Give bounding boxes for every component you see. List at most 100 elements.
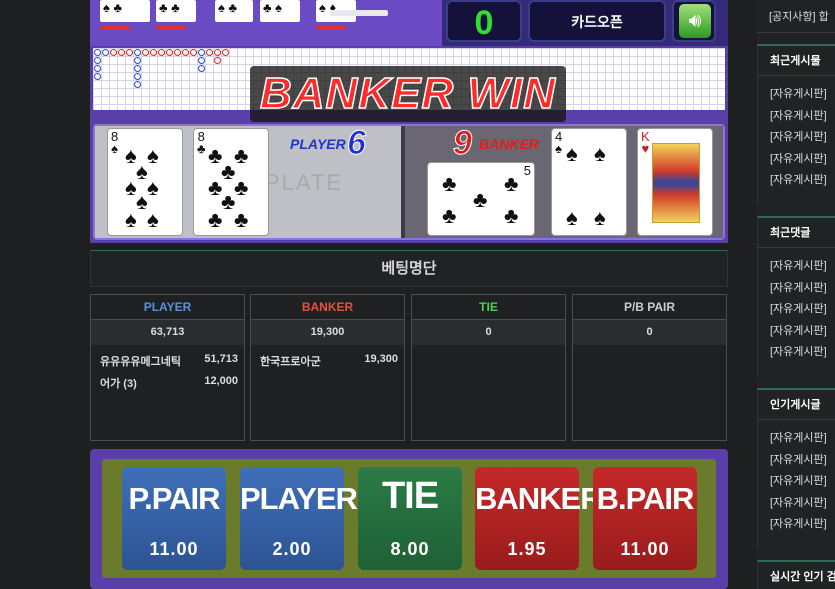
sidebar-post-link[interactable]: [자유게시판] <box>758 514 835 536</box>
player-bead <box>102 49 109 56</box>
sidebar-post-link[interactable]: [자유게시판] <box>758 428 835 450</box>
notice-link[interactable]: [공지사항] 합 <box>757 0 835 33</box>
bettor-name: 유유유유메그네틱 <box>100 356 181 368</box>
speaker-icon: 🔊︎ <box>679 4 711 38</box>
banker-hand-area: 9 BANKER 5 ♣ ♣ ♣ ♣ ♣ 4 ♠ ♠ ♠ ♠ ♠ K ♥ <box>405 124 723 238</box>
sidebar-section-title: 실시간 인기 검 <box>758 562 835 589</box>
bettor-name: 어가 (3) <box>100 378 137 390</box>
bet-button-label: B.PAIR <box>596 481 695 516</box>
result-banner: BANKER WIN <box>250 66 566 122</box>
bet-button-label: TIE <box>381 475 439 517</box>
banker-score: 9 <box>453 124 473 163</box>
banker-bead <box>174 49 181 56</box>
player-bead <box>94 65 101 72</box>
banker-bead <box>142 49 149 56</box>
bet-panel-inner: P.PAIR 11.00 PLAYER 2.00 TIE 8.00 BANKER 1.95 B.… <box>102 459 716 578</box>
bet-column-pbpair: P/B PAIR 0 <box>572 294 727 441</box>
sidebar-section-title: 최근게시물 <box>758 46 835 76</box>
bet-button-tie[interactable]: TIE 8.00 <box>358 467 462 570</box>
bet-button-odds: 11.00 <box>149 539 199 559</box>
sidebar-section: 인기게시글 [자유게시판] [자유게시판] [자유게시판] [자유게시판] [자유게시판] <box>757 388 835 548</box>
player-bead <box>198 49 205 56</box>
game-board: ♠ ♣ ♣ ♣ ♠ ♣ ♣ ♠ ♠ ♦ 0 카드오픈 🔊︎ PLATE 8♠ <box>90 0 728 243</box>
sidebar-post-link[interactable]: [자유게시판] <box>758 106 835 128</box>
banker-bead <box>126 49 133 56</box>
banker-card-1: 5 ♣ ♣ ♣ ♣ ♣ <box>427 162 535 236</box>
banker-bead <box>214 57 221 64</box>
player-bead <box>198 57 205 64</box>
bet-column-header: BANKER <box>251 295 404 320</box>
sidebar-section-title: 최근댓글 <box>758 218 835 248</box>
bet-button-label: PLAYER <box>240 481 358 516</box>
sidebar-section: 최근게시물 [자유게시판] [자유게시판] [자유게시판] [자유게시판] [자유게시판] <box>757 44 835 204</box>
player-bead <box>134 73 141 80</box>
bet-button-odds: 1.95 <box>507 539 547 559</box>
bet-button-ppair[interactable]: P.PAIR 11.00 <box>122 467 226 570</box>
player-bead <box>134 57 141 64</box>
bet-column-header: P/B PAIR <box>573 295 726 320</box>
player-bead <box>134 65 141 72</box>
banker-bead <box>182 49 189 56</box>
sidebar-post-link[interactable]: [자유게시판] <box>758 299 835 321</box>
card-pips: ♠ ♠ ♠ ♠ ♠ ♠ ♠ ♠ <box>125 143 159 232</box>
banker-bead <box>110 49 117 56</box>
bet-button-odds: 8.00 <box>390 539 430 559</box>
plate-watermark: PLATE <box>265 170 344 195</box>
sidebar-post-link[interactable]: [자유게시판] <box>758 493 835 515</box>
page-root: ♠ ♣ ♣ ♣ ♠ ♣ ♣ ♠ ♠ ♦ 0 카드오픈 🔊︎ PLATE 8♠ <box>0 0 835 589</box>
player-hand-area: PLATE 8 ♠ ♠ ♠ ♠ ♠ ♠ ♠ ♠ ♠ 8 ♣ ♣ ♣ ♣ ♣ ♣ … <box>95 124 401 238</box>
sidebar-section: 실시간 인기 검 <box>757 560 835 589</box>
sidebar-section-title: 인기게시글 <box>758 390 835 420</box>
sidebar-post-link[interactable]: [자유게시판] <box>758 127 835 149</box>
bet-row: 어가 (3) 12,000 <box>91 370 244 392</box>
sidebar-post-link[interactable]: [자유게시판] <box>758 342 835 364</box>
sidebar-section: 최근댓글 [자유게시판] [자유게시판] [자유게시판] [자유게시판] [자유게시판] <box>757 216 835 376</box>
bet-button-label: BANKER <box>475 481 603 516</box>
player-bead <box>94 73 101 80</box>
sidebar-post-link[interactable]: [자유게시판] <box>758 149 835 171</box>
player-card-1: 8 ♠ ♠ ♠ ♠ ♠ ♠ ♠ ♠ ♠ <box>107 128 183 236</box>
sidebar-post-link[interactable]: [자유게시판] <box>758 321 835 343</box>
round-score: 0 <box>446 0 522 42</box>
indicator-bar <box>100 26 130 30</box>
bettor-name: 한국프로아군 <box>260 356 321 368</box>
card-open-button[interactable]: 카드오픈 <box>528 0 666 42</box>
bet-amount: 51,713 <box>204 353 238 365</box>
bet-column-total: 0 <box>573 320 726 345</box>
indicator-bar <box>316 26 346 30</box>
bet-column-tie: TIE 0 <box>411 294 566 441</box>
bet-button-odds: 11.00 <box>620 539 670 559</box>
player-bead <box>198 65 205 72</box>
bet-column-header: PLAYER <box>91 295 244 320</box>
bet-row: 유유유유메그네틱 51,713 <box>91 348 244 370</box>
bet-row: 한국프로아군 19,300 <box>251 348 404 370</box>
indicator-bar <box>330 10 388 16</box>
sidebar-post-link[interactable]: [자유게시판] <box>758 278 835 300</box>
banker-bead <box>150 49 157 56</box>
banker-bead <box>166 49 173 56</box>
card-corner: K ♥ <box>641 129 650 156</box>
sidebar-post-link[interactable]: [자유게시판] <box>758 450 835 472</box>
bet-column-header: TIE <box>412 295 565 320</box>
king-face-art <box>652 143 700 223</box>
bet-button-label: P.PAIR <box>128 481 220 516</box>
mini-card: ♠ ♣ <box>215 0 253 22</box>
mini-card: ♠ ♣ <box>100 0 150 22</box>
player-bead <box>134 81 141 88</box>
result-banner-text: BANKER WIN <box>259 68 556 119</box>
bet-column-total: 0 <box>412 320 565 345</box>
banker-bead <box>190 49 197 56</box>
bet-button-player[interactable]: PLAYER 2.00 <box>240 467 358 570</box>
sidebar-post-link[interactable]: [자유게시판] <box>758 84 835 106</box>
player-score: 6 <box>347 124 367 163</box>
sidebar-post-link[interactable]: [자유게시판] <box>758 471 835 493</box>
sound-button[interactable]: 🔊︎ <box>672 0 716 42</box>
bet-button-bpair[interactable]: B.PAIR 11.00 <box>593 467 697 570</box>
bet-button-banker[interactable]: BANKER 1.95 <box>475 467 603 570</box>
sidebar-post-link[interactable]: [자유게시판] <box>758 256 835 278</box>
player-bead <box>94 49 101 56</box>
sidebar-post-link[interactable]: [자유게시판] <box>758 170 835 192</box>
banker-card-2: 4 ♠ ♠ ♠ ♠ ♠ <box>551 128 627 236</box>
bet-panel: P.PAIR 11.00 PLAYER 2.00 TIE 8.00 BANKER 1.95 B.… <box>90 449 728 589</box>
player-bead <box>134 49 141 56</box>
